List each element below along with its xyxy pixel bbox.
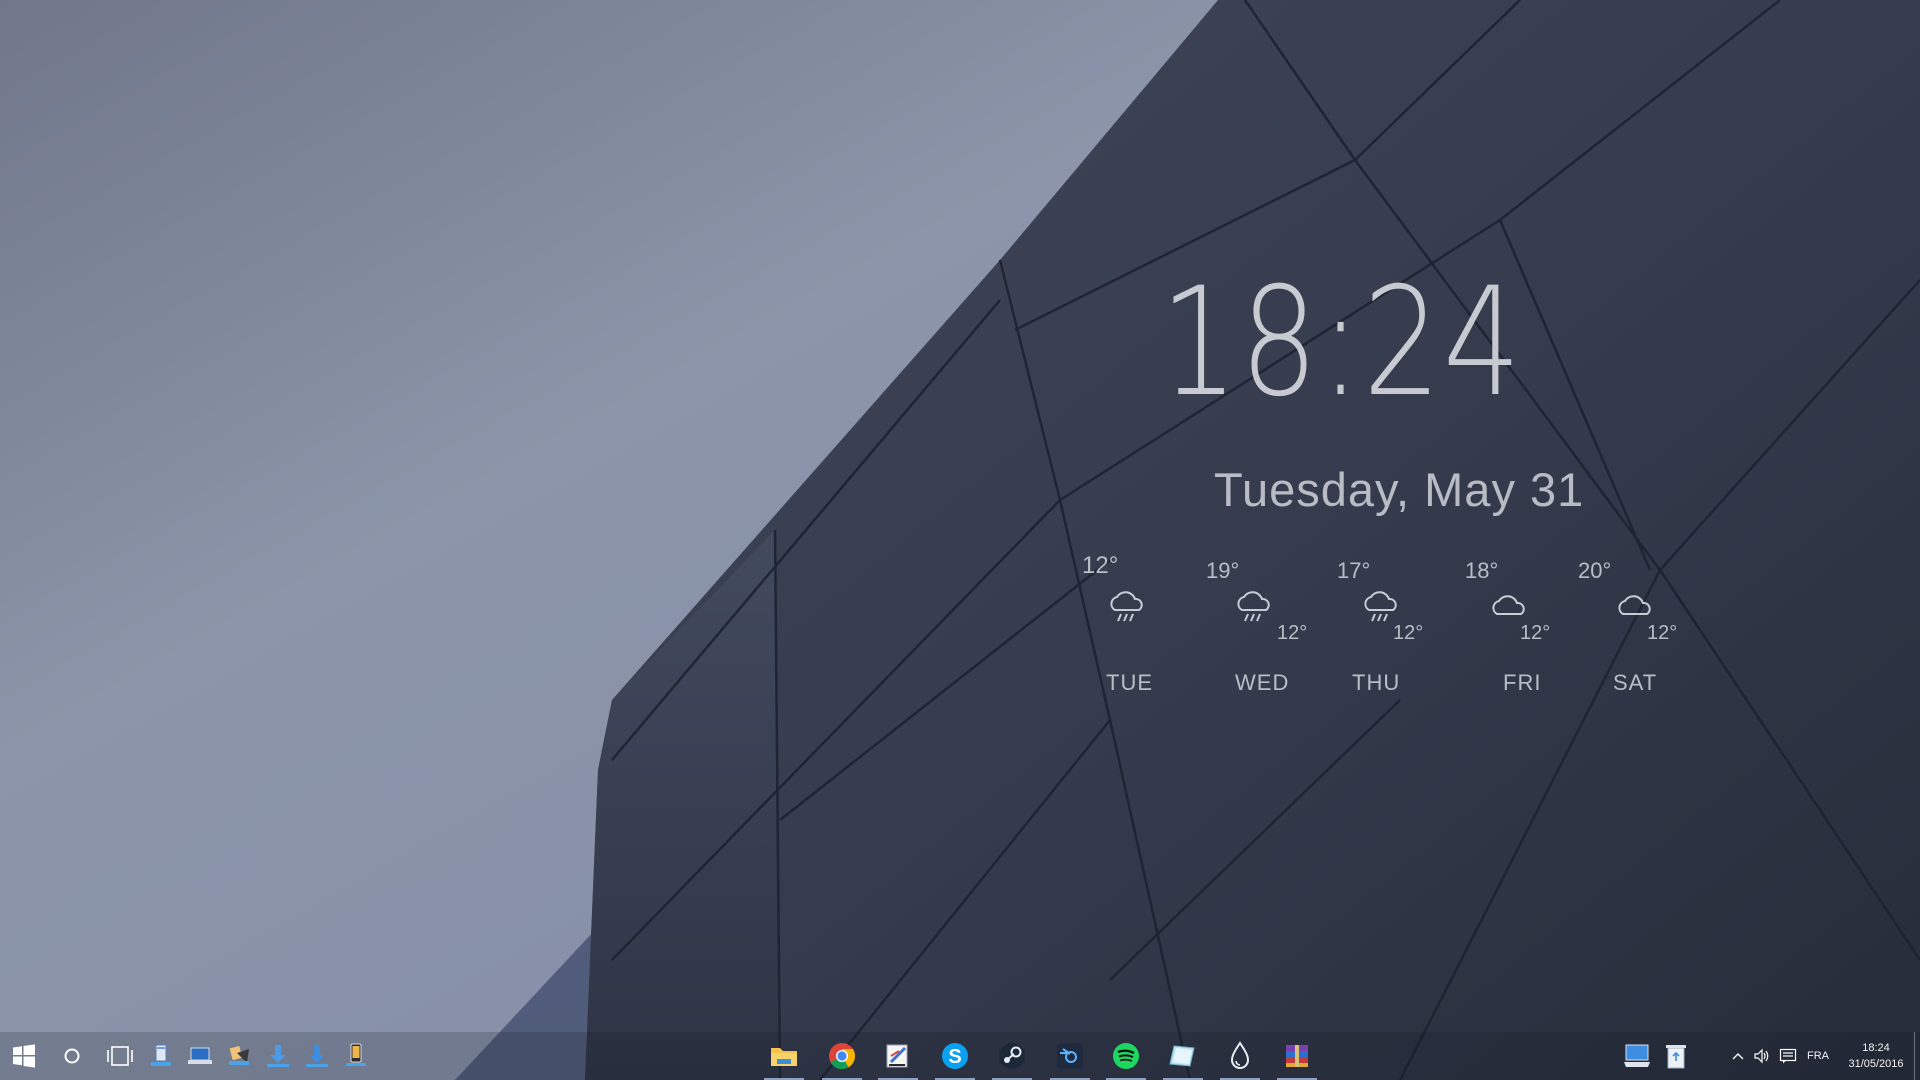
network-icon: [188, 1047, 212, 1064]
computer-button[interactable]: [1618, 1032, 1656, 1080]
phone-button[interactable]: [341, 1032, 371, 1080]
raindrop-icon: [1230, 1041, 1250, 1069]
winrar-icon: [1286, 1045, 1308, 1067]
taskbar-app-paint[interactable]: [874, 1032, 922, 1080]
skype-icon: S: [942, 1043, 968, 1069]
paint-icon: [886, 1044, 908, 1068]
forecast-day-label: WED: [1235, 670, 1290, 695]
forecast-high: 12°: [1082, 552, 1119, 579]
download-arrow-button[interactable]: [302, 1032, 332, 1080]
phone-icon: [346, 1043, 366, 1066]
control-panel-button[interactable]: [224, 1032, 254, 1080]
chrome-icon: [829, 1043, 856, 1070]
taskbar-app-file-explorer[interactable]: [760, 1032, 808, 1080]
spotify-icon: [1113, 1043, 1139, 1069]
forecast-high: 18°: [1465, 558, 1499, 583]
taskbar-app-spotify[interactable]: [1102, 1032, 1150, 1080]
taskbar-app-skype[interactable]: S: [931, 1032, 979, 1080]
steam-icon: [999, 1043, 1025, 1069]
forecast-day-label: TUE: [1106, 670, 1153, 695]
cortana-button[interactable]: [48, 1032, 96, 1080]
task-view-icon: [107, 1046, 133, 1066]
forecast-high: 20°: [1578, 558, 1612, 583]
volume-icon: [1754, 1048, 1769, 1064]
forecast-low: 12°: [1520, 622, 1551, 644]
input-language-label: FRA: [1807, 1050, 1829, 1062]
computer-icon: [1624, 1044, 1650, 1067]
forecast-day-label: SAT: [1613, 670, 1658, 695]
chevron-up-icon: [1732, 1053, 1744, 1060]
forecast-day-wed: 19° 12° WED: [1195, 548, 1315, 698]
svg-text:S: S: [948, 1046, 961, 1068]
forecast-day-label: THU: [1352, 670, 1401, 695]
volume-button[interactable]: [1750, 1032, 1774, 1080]
this-pc-icon: [151, 1044, 171, 1066]
taskbar-app-steam[interactable]: [988, 1032, 1036, 1080]
recycle-bin-icon: [1666, 1045, 1686, 1069]
file-explorer-icon: [771, 1048, 797, 1066]
taskbar-app-raindrop[interactable]: [1216, 1032, 1264, 1080]
start-icon: [13, 1044, 35, 1068]
forecast-high: 17°: [1337, 558, 1371, 583]
desktop: 18:24 Tuesday, May 31 12° TUE 19° 12° WE…: [0, 0, 1920, 1080]
wallpaper: [0, 0, 1920, 1080]
forecast-day-sat: 20° 12° SAT: [1575, 548, 1695, 698]
this-pc-button[interactable]: [146, 1032, 176, 1080]
recycle-bin-button[interactable]: [1657, 1032, 1695, 1080]
forecast-day-fri: 18° 12° FRI: [1455, 548, 1575, 698]
task-view-button[interactable]: [96, 1032, 144, 1080]
blender-icon: [1057, 1043, 1083, 1069]
tray-date: 31/05/2016: [1848, 1058, 1904, 1070]
forecast-high: 19°: [1206, 558, 1240, 583]
cortana-icon: [64, 1048, 80, 1064]
show-hidden-icons-button[interactable]: [1730, 1032, 1746, 1080]
download-arrow-icon: [306, 1045, 328, 1067]
network-button[interactable]: [185, 1032, 215, 1080]
show-desktop-button[interactable]: [1914, 1032, 1920, 1080]
forecast-low: 12°: [1277, 622, 1308, 644]
tray-time: 18:24: [1862, 1042, 1890, 1054]
forecast-low: 12°: [1393, 622, 1424, 644]
forecast-day-thu: 17° 12° THU: [1325, 548, 1445, 698]
action-center-icon: [1779, 1048, 1797, 1064]
desktop-clock: 18:24: [1160, 256, 1523, 430]
taskbar-app-winrar[interactable]: [1273, 1032, 1321, 1080]
start-button[interactable]: [0, 1032, 48, 1080]
taskbar-app-notes[interactable]: [1159, 1032, 1207, 1080]
downloads-icon: [267, 1045, 289, 1067]
taskbar: S FRA 18:24 31/05/2016: [0, 1032, 1920, 1080]
taskbar-app-chrome[interactable]: [818, 1032, 866, 1080]
taskbar-app-blender[interactable]: [1046, 1032, 1094, 1080]
input-language-button[interactable]: FRA: [1802, 1032, 1834, 1080]
clock-button[interactable]: 18:24 31/05/2016: [1836, 1032, 1916, 1080]
action-center-button[interactable]: [1776, 1032, 1800, 1080]
cloud-icon: [1618, 595, 1651, 615]
downloads-button[interactable]: [263, 1032, 293, 1080]
rain-cloud-icon: [1364, 591, 1397, 622]
rain-cloud-icon: [1237, 591, 1270, 622]
forecast-low: 12°: [1647, 622, 1678, 644]
forecast-day-tue: 12° TUE: [1070, 548, 1190, 698]
forecast-day-label: FRI: [1503, 670, 1542, 695]
desktop-date: Tuesday, May 31: [1214, 463, 1585, 516]
notes-icon: [1169, 1045, 1195, 1067]
cloud-icon: [1492, 595, 1525, 615]
rain-cloud-icon: [1110, 591, 1143, 622]
control-panel-icon: [229, 1045, 249, 1065]
